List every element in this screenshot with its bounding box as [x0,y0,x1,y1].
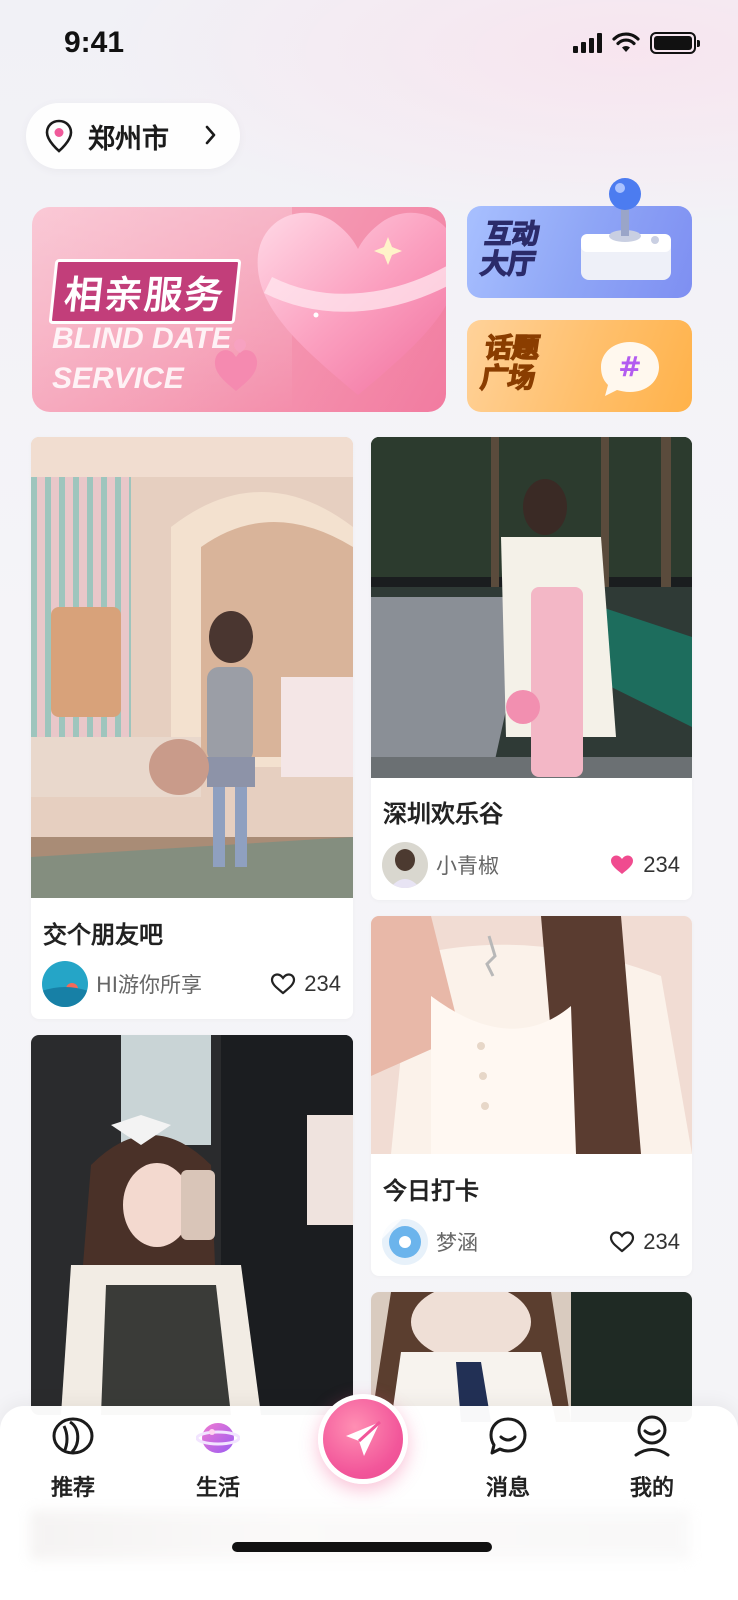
hall-title-line1: 互动 [482,218,542,251]
tab-recommend[interactable]: 推荐 [33,1414,113,1502]
tab-label: 生活 [195,1476,240,1501]
banner-subtitle: BLIND DATE SERVICE [52,319,231,399]
status-icons [573,32,700,54]
hall-title: 互动 大厅 [478,218,557,281]
author-name: HI游你所享 [96,973,202,997]
recommend-icon [52,1417,94,1455]
like-button[interactable]: 234 [609,852,680,878]
avatar[interactable] [42,961,88,1007]
avatar[interactable] [382,842,428,888]
blind-date-service-banner[interactable]: 相亲服务 BLIND DATE SERVICE [32,207,446,412]
post-photo [371,916,692,1154]
hashtag-bubble-icon: # [601,342,659,396]
heart-outline-icon [610,1231,635,1253]
post-photo [31,1035,353,1415]
banner-subtitle-line2: SERVICE [52,362,184,395]
post-title: 深圳欢乐谷 [383,800,503,828]
content-reflection [30,1510,690,1560]
post-meta: 小青椒 234 [382,842,680,888]
heart-3d-icon [257,212,446,395]
tab-label: 推荐 [50,1476,95,1501]
tab-label: 消息 [485,1476,530,1501]
svg-text:#: # [618,350,641,383]
feed-card[interactable] [31,1035,353,1415]
tab-life[interactable]: 生活 [178,1414,258,1502]
post-photo [371,1292,692,1422]
feed-card[interactable]: 深圳欢乐谷 小青椒 234 [371,437,692,900]
like-count: 234 [643,852,680,877]
heart-outline-icon [271,973,296,995]
home-indicator[interactable] [232,1542,492,1552]
feed-card[interactable]: 今日打卡 梦涵 234 [371,916,692,1276]
author-name: 小青椒 [436,854,499,878]
message-icon [489,1417,527,1455]
topic-title-line2: 广场 [478,362,538,395]
like-button[interactable]: 234 [270,971,341,997]
topic-square-banner[interactable]: 话题 广场 # [467,320,692,412]
post-title: 交个朋友吧 [43,921,163,949]
tab-profile[interactable]: 我的 [612,1414,692,1502]
feed-card[interactable] [371,1292,692,1422]
life-icon [196,1423,240,1453]
author-name: 梦涵 [436,1231,478,1255]
cellular-signal-icon [573,33,602,53]
status-bar: 9:41 [0,0,738,90]
banner-subtitle-line1: BLIND DATE [52,322,232,355]
post-title: 今日打卡 [383,1177,479,1205]
banner-title: 相亲服务 [48,259,242,324]
battery-icon [650,32,700,54]
joystick-icon [581,178,671,280]
chevron-right-icon [205,125,216,145]
profile-icon [634,1415,670,1457]
post-meta: HI游你所享 234 [42,961,341,1007]
post-meta: 梦涵 234 [382,1219,680,1265]
like-count: 234 [304,971,341,996]
feed-card[interactable]: 交个朋友吧 HI游你所享 234 [31,437,353,1019]
create-post-button[interactable] [318,1394,408,1484]
topic-title: 话题 广场 [478,332,557,395]
post-photo [31,437,353,898]
like-count: 234 [643,1229,680,1254]
status-time: 9:41 [64,26,125,59]
like-button[interactable]: 234 [609,1229,680,1255]
tab-label: 我的 [629,1476,674,1501]
location-pin-icon [45,119,73,153]
paper-plane-icon [346,1420,382,1456]
tab-messages[interactable]: 消息 [468,1414,548,1502]
topic-title-line1: 话题 [482,332,542,365]
wifi-icon [612,32,640,52]
post-photo [371,437,692,778]
avatar[interactable] [382,1219,428,1265]
hall-title-line2: 大厅 [478,248,538,281]
city-name: 郑州市 [88,123,169,155]
location-selector[interactable]: 郑州市 [26,103,240,169]
heart-filled-icon [611,855,634,874]
